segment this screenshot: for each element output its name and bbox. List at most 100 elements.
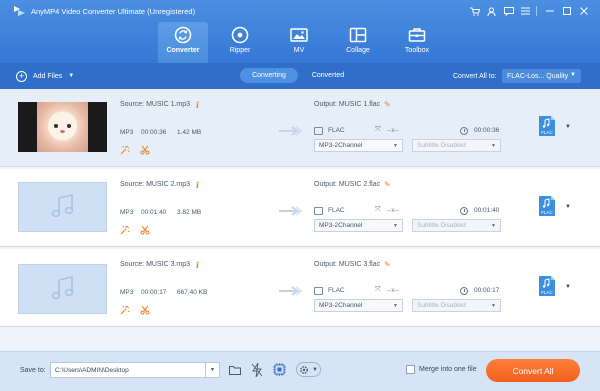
resolution-icon: ⤧ — [375, 206, 381, 213]
audio-thumbnail[interactable] — [18, 264, 107, 314]
chevron-down-icon[interactable]: ▼ — [565, 204, 571, 210]
subtitle-select[interactable]: Subtitle Disabled ▼ — [412, 139, 501, 152]
tab-converter[interactable]: Converter — [158, 22, 208, 63]
tab-ripper-label: Ripper — [229, 47, 251, 54]
add-files-label: Add Files — [33, 72, 63, 80]
subtitle-select[interactable]: Subtitle Disabled ▼ — [412, 299, 501, 312]
audio-track-value: MP3-2Channel — [319, 222, 363, 229]
menu-icon[interactable] — [517, 4, 534, 18]
edit-icon[interactable]: ✎ — [384, 100, 391, 109]
ripper-icon — [231, 26, 249, 44]
file-row[interactable]: Source: MUSIC 1.mp3 i MP3 00:00:36 1.42 … — [0, 89, 600, 167]
output-resolution: --x-- — [387, 127, 399, 134]
cart-icon[interactable] — [466, 4, 483, 18]
cut-icon[interactable] — [140, 145, 150, 155]
flac-format-badge-icon[interactable]: FLAC — [537, 114, 557, 138]
audio-track-value: MP3-2Channel — [319, 302, 363, 309]
convert-all-format-select[interactable]: FLAC-Los... Quality ▼ — [502, 69, 581, 83]
tab-mv[interactable]: MV — [274, 22, 324, 63]
message-icon[interactable] — [500, 4, 517, 18]
settings-button[interactable]: ▼ — [296, 362, 321, 377]
convert-all-button[interactable]: Convert All — [486, 359, 580, 382]
chevron-down-icon[interactable]: ▼ — [205, 363, 219, 377]
chevron-down-icon[interactable]: ▼ — [68, 73, 74, 79]
close-icon[interactable] — [575, 4, 592, 18]
output-format: FLAC — [328, 127, 345, 134]
clock-icon — [460, 127, 468, 135]
add-files-button[interactable]: + Add Files ▼ — [16, 69, 74, 83]
tab-ripper[interactable]: Ripper — [215, 22, 265, 63]
minimize-icon[interactable] — [541, 4, 558, 18]
chevron-down-icon: ▼ — [491, 143, 496, 149]
output-name: Output: MUSIC 1.flac — [314, 101, 381, 108]
output-duration: 00:01:40 — [474, 207, 500, 214]
user-icon[interactable] — [483, 4, 500, 18]
source-name: Source: MUSIC 2.mp3 — [120, 181, 191, 188]
info-icon[interactable]: i — [196, 260, 199, 270]
tab-converted[interactable]: Converted — [302, 68, 354, 83]
clock-icon — [460, 207, 468, 215]
audio-track-select[interactable]: MP3-2Channel ▼ — [314, 299, 403, 312]
flac-format-badge-icon[interactable]: FLAC — [537, 274, 557, 298]
file-row[interactable]: Source: MUSIC 3.mp3 i MP3 00:00:17 667.4… — [0, 249, 600, 327]
source-format: MP3 — [120, 129, 134, 136]
convert-arrow-icon — [279, 286, 303, 296]
subtitle-value: Subtitle Disabled — [417, 142, 466, 149]
resolution-icon: ⤧ — [375, 126, 381, 133]
video-thumbnail[interactable] — [18, 102, 107, 152]
flac-format-badge-icon[interactable]: FLAC — [537, 194, 557, 218]
folder-icon[interactable] — [227, 361, 243, 378]
save-path-value: C:\Users\ADMIN\Desktop — [55, 366, 129, 374]
badge-label: FLAC — [541, 130, 553, 135]
output-duration: 00:00:17 — [474, 287, 500, 294]
tab-converting[interactable]: Converting — [240, 68, 298, 83]
thumbnail-detail — [67, 124, 71, 128]
gpu-acceleration-icon[interactable] — [271, 361, 287, 378]
audio-track-value: MP3-2Channel — [319, 142, 363, 149]
merge-label: Merge into one file — [419, 366, 477, 373]
chevron-down-icon[interactable]: ▼ — [565, 124, 571, 130]
resolution-icon: ⤧ — [375, 286, 381, 293]
source-duration: 00:00:17 — [141, 289, 167, 296]
subtitle-value: Subtitle Disabled — [417, 222, 466, 229]
tab-collage-label: Collage — [346, 47, 370, 54]
format-icon — [314, 127, 323, 135]
maximize-icon[interactable] — [558, 4, 575, 18]
output-resolution: --x-- — [387, 207, 399, 214]
subtitle-select[interactable]: Subtitle Disabled ▼ — [412, 219, 501, 232]
chevron-down-icon[interactable]: ▼ — [565, 284, 571, 290]
tab-collage[interactable]: Collage — [333, 22, 383, 63]
thumbnail-detail — [54, 124, 58, 128]
converter-icon — [174, 26, 192, 44]
convert-all-to-label: Convert All to: — [453, 73, 497, 80]
app-header: AnyMP4 Video Converter Ultimate (Unregis… — [0, 0, 600, 63]
output-name: Output: MUSIC 2.flac — [314, 181, 381, 188]
save-path-input[interactable]: C:\Users\ADMIN\Desktop ▼ — [50, 362, 220, 378]
hardware-acceleration-off-icon[interactable] — [249, 361, 265, 378]
info-icon[interactable]: i — [196, 100, 199, 110]
tab-toolbox[interactable]: Toolbox — [392, 22, 442, 63]
info-icon[interactable]: i — [196, 180, 199, 190]
enhance-icon[interactable] — [120, 305, 130, 315]
chevron-down-icon: ▼ — [393, 143, 398, 149]
source-name: Source: MUSIC 1.mp3 — [120, 101, 191, 108]
chevron-down-icon: ▼ — [312, 366, 318, 373]
cut-icon[interactable] — [140, 305, 150, 315]
edit-icon[interactable]: ✎ — [384, 180, 391, 189]
app-logo-icon — [14, 6, 25, 16]
mv-icon — [290, 26, 308, 44]
audio-track-select[interactable]: MP3-2Channel ▼ — [314, 139, 403, 152]
cut-icon[interactable] — [140, 225, 150, 235]
source-duration: 00:01:40 — [141, 209, 167, 216]
merge-checkbox[interactable] — [406, 365, 415, 374]
audio-thumbnail[interactable] — [18, 182, 107, 232]
format-icon — [314, 287, 323, 295]
file-row[interactable]: Source: MUSIC 2.mp3 i MP3 00:01:40 3.82 … — [0, 169, 600, 247]
enhance-icon[interactable] — [120, 225, 130, 235]
edit-icon[interactable]: ✎ — [384, 260, 391, 269]
clock-icon — [460, 287, 468, 295]
audio-track-select[interactable]: MP3-2Channel ▼ — [314, 219, 403, 232]
convert-arrow-icon — [279, 126, 303, 136]
enhance-icon[interactable] — [120, 145, 130, 155]
window-separator — [536, 6, 537, 16]
